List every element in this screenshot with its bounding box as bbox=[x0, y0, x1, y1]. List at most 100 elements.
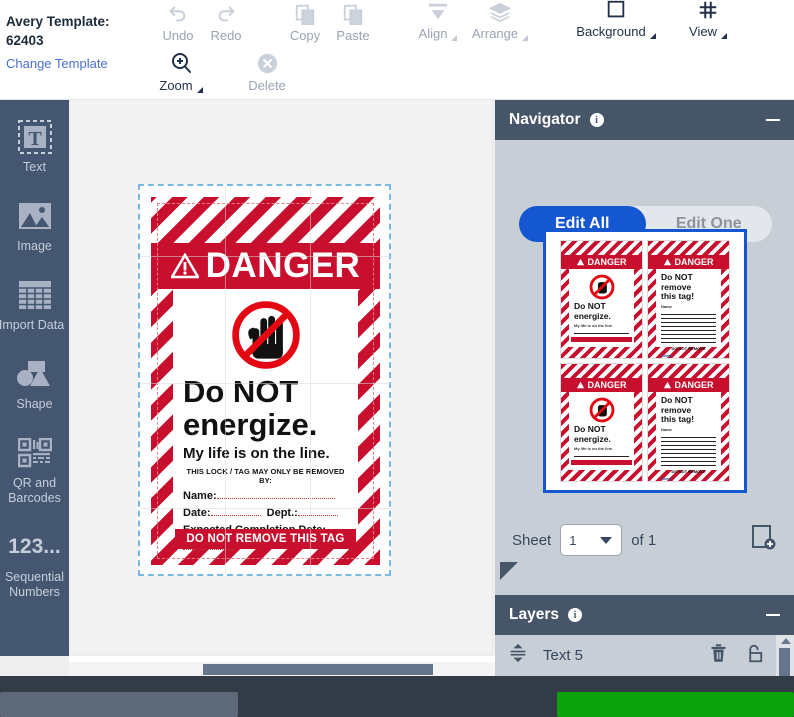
label-line-3: My life is on the line. bbox=[183, 445, 330, 462]
thumbnail-label-4[interactable]: DANGER Do NOT remove this tag! Name DO N… bbox=[647, 363, 730, 482]
template-number: 62403 bbox=[6, 33, 44, 48]
avery-design-app: Avery Template: 62403 Change Template Un… bbox=[0, 0, 794, 717]
chevron-down-icon bbox=[522, 35, 529, 41]
sheet-selector-row: Sheet 1 of 1 bbox=[495, 520, 794, 560]
warning-triangle-icon bbox=[664, 381, 672, 389]
layer-reorder-handle[interactable] bbox=[507, 642, 529, 669]
navigator-title: Navigator bbox=[509, 111, 581, 128]
sidebar-item-image[interactable]: Image bbox=[0, 185, 69, 264]
label-field-name: Name: bbox=[183, 490, 350, 502]
guide-line-h1 bbox=[140, 256, 393, 257]
chevron-down-icon bbox=[451, 35, 458, 41]
sidebar-item-sequential-numbers-label: Sequential Numbers bbox=[4, 570, 65, 599]
toolbar-delete: Delete bbox=[232, 45, 302, 93]
page-sheet: DANGER Do NOT energize. My life is on th… bbox=[71, 100, 491, 652]
sheet-select[interactable]: 1 bbox=[560, 524, 623, 556]
label-line-1: Do NOT bbox=[183, 374, 299, 409]
chevron-down-icon bbox=[600, 536, 613, 544]
thumb-logo: Avery bbox=[661, 475, 672, 481]
label-body: Do NOT energize. My life is on the line.… bbox=[175, 291, 356, 550]
guide-line-v1 bbox=[225, 186, 226, 574]
sidebar-item-import-data[interactable]: Import Data bbox=[0, 264, 69, 343]
align-icon bbox=[403, 0, 473, 23]
navigator-collapse-button[interactable] bbox=[766, 119, 780, 121]
sequential-glyph: 123... bbox=[8, 535, 61, 558]
thumb-body: Do NOT remove this tag! Name DO NOT REMO… bbox=[658, 271, 719, 358]
grid-view-icon bbox=[673, 0, 743, 21]
sheet-select-value: 1 bbox=[569, 532, 577, 548]
chevron-down-icon bbox=[720, 33, 727, 39]
scroll-up-arrow-icon[interactable] bbox=[781, 638, 791, 644]
thumb-body: Do NOT energize. My life is on the line. bbox=[571, 394, 632, 467]
thumb-rules bbox=[661, 311, 716, 343]
trash-icon[interactable] bbox=[708, 642, 729, 669]
top-toolbar: Avery Template: 62403 Change Template Un… bbox=[0, 0, 794, 100]
info-icon[interactable]: i bbox=[567, 608, 582, 622]
toolbar-zoom-label: Zoom bbox=[159, 78, 203, 93]
toolbar-align-label: Align bbox=[419, 26, 458, 41]
thumb-line-2: energize. bbox=[574, 433, 611, 444]
toolbar-background[interactable]: Background bbox=[566, 0, 666, 39]
info-icon[interactable]: i bbox=[589, 113, 604, 127]
paste-icon bbox=[318, 0, 388, 25]
toolbar-view[interactable]: View bbox=[673, 0, 743, 39]
toolbar-redo: Redo bbox=[191, 0, 261, 43]
toolbar-undo-label: Undo bbox=[162, 28, 194, 43]
change-template-link[interactable]: Change Template bbox=[6, 56, 156, 71]
sheet-preview[interactable]: DANGER Do NOT energize. My life is on th… bbox=[543, 229, 747, 493]
sidebar-item-qr-barcodes[interactable]: QR and Barcodes bbox=[0, 422, 69, 516]
delete-circle-icon bbox=[232, 45, 302, 75]
danger-heading: DANGER bbox=[205, 246, 361, 285]
text-tool-icon: T bbox=[0, 116, 69, 158]
layers-title: Layers bbox=[509, 606, 559, 623]
thumb-footer bbox=[571, 460, 632, 465]
toolbar-zoom[interactable]: Zoom bbox=[146, 45, 216, 93]
design-canvas[interactable]: DANGER Do NOT energize. My life is on th… bbox=[69, 100, 495, 656]
thumb-line-2: this tag! bbox=[661, 291, 695, 301]
toolbar-arrange: Arrange bbox=[465, 0, 535, 41]
no-hand-icon bbox=[589, 274, 614, 300]
sheet-label: Sheet bbox=[512, 531, 552, 549]
no-hand-icon bbox=[589, 397, 614, 423]
thumb-center-text: DO NOT REMOVE bbox=[671, 345, 706, 351]
sheet-thumbnail-grid: DANGER Do NOT energize. My life is on th… bbox=[552, 238, 738, 484]
sidebar-item-shape[interactable]: Shape bbox=[0, 343, 69, 422]
layer-actions bbox=[708, 642, 764, 669]
label-artwork[interactable]: DANGER Do NOT energize. My life is on th… bbox=[151, 197, 380, 565]
layers-panel: Layers i bbox=[495, 595, 794, 635]
toolbar-paste-label: Paste bbox=[336, 28, 370, 43]
thumbnail-label-2[interactable]: DANGER Do NOT remove this tag! Name DO N… bbox=[647, 240, 730, 359]
zoom-in-icon bbox=[146, 45, 216, 75]
navigator-header: Navigator i bbox=[495, 100, 794, 140]
layers-scrollbar-thumb[interactable] bbox=[779, 648, 790, 676]
sheet-total: of 1 bbox=[631, 531, 657, 549]
label-footer: DO NOT REMOVE THIS TAG bbox=[175, 529, 356, 549]
add-sheet-button[interactable] bbox=[751, 524, 776, 556]
thumb-danger-bar: DANGER bbox=[648, 378, 729, 392]
no-hand-icon bbox=[231, 301, 300, 369]
thumb-sub: My life is on the line. bbox=[574, 323, 614, 328]
label-selection-box[interactable]: DANGER Do NOT energize. My life is on th… bbox=[138, 184, 393, 576]
thumbnail-label-1[interactable]: DANGER Do NOT energize. My life is on th… bbox=[560, 240, 643, 359]
layers-collapse-button[interactable] bbox=[766, 614, 780, 616]
import-data-icon bbox=[0, 274, 69, 316]
toolbar-delete-label: Delete bbox=[248, 78, 286, 93]
template-title: Avery Template: 62403 bbox=[6, 12, 156, 50]
thumb-body: Do NOT energize. My life is on the line. bbox=[571, 271, 632, 344]
layers-header: Layers i bbox=[495, 595, 794, 635]
primary-action-button[interactable] bbox=[557, 692, 794, 717]
thumbnail-label-3[interactable]: DANGER Do NOT energize. My life is on th… bbox=[560, 363, 643, 482]
guide-line-h2 bbox=[140, 383, 393, 384]
unlock-icon[interactable] bbox=[742, 642, 764, 669]
left-tool-sidebar: T Text Image Import Data Shape QR and Ba… bbox=[0, 100, 69, 670]
layer-row[interactable]: Text 5 bbox=[495, 635, 776, 676]
secondary-action-button[interactable] bbox=[0, 692, 238, 717]
sidebar-item-text-label: Text bbox=[23, 160, 46, 174]
canvas-hscrollbar-thumb[interactable] bbox=[203, 664, 433, 675]
sidebar-item-sequential-numbers[interactable]: 123... Sequential Numbers bbox=[0, 516, 69, 610]
warning-triangle-icon bbox=[664, 258, 672, 266]
toolbar-view-label: View bbox=[689, 24, 727, 39]
sidebar-item-text[interactable]: T Text bbox=[0, 100, 69, 185]
toolbar-align: Align bbox=[403, 0, 473, 41]
panel-resize-handle[interactable] bbox=[500, 562, 518, 580]
